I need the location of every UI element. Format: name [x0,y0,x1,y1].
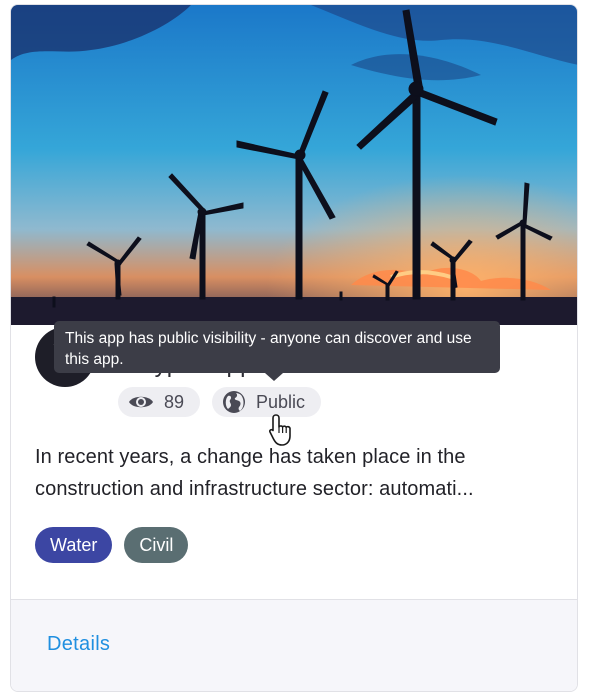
details-link[interactable]: Details [47,633,110,656]
tooltip-text: This app has public visibility - anyone … [65,330,472,368]
hero-image-wind-turbines [11,5,577,325]
views-chip: 89 [118,387,201,417]
views-count: 89 [164,391,185,412]
tag-water[interactable]: Water [35,527,113,563]
tag-civil[interactable]: Civil [124,527,189,563]
eye-icon [128,393,154,411]
visibility-chip[interactable]: Public [212,387,322,417]
tag-list: Water Civil [35,527,189,563]
app-card[interactable]: V Calypso app 89 [10,4,578,692]
app-description: In recent years, a change has taken plac… [35,446,474,500]
tooltip-arrow [265,373,283,381]
visibility-label: Public [256,391,306,412]
visibility-tooltip: This app has public visibility - anyone … [54,321,500,373]
globe-icon [222,390,246,414]
